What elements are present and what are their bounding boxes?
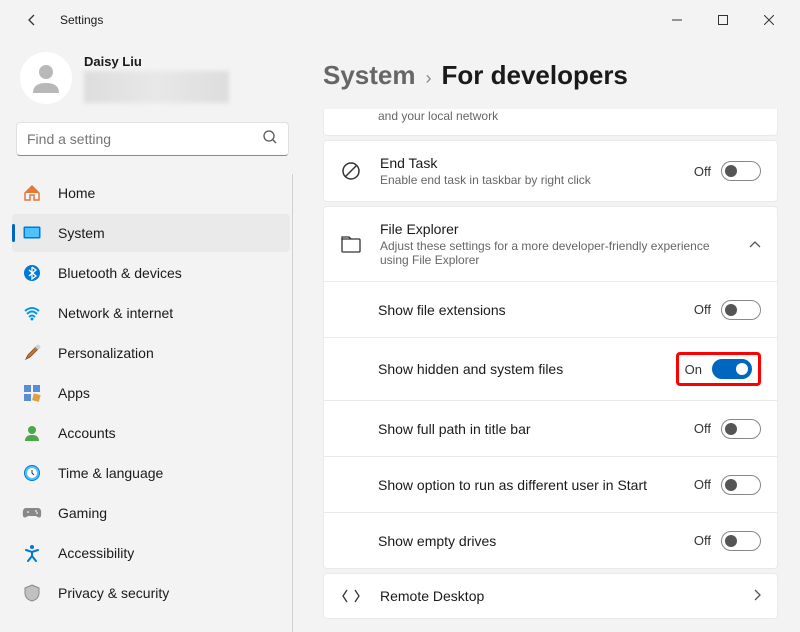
- highlight-box: On: [676, 352, 761, 386]
- file-explorer-header[interactable]: File Explorer Adjust these settings for …: [323, 206, 778, 282]
- clock-icon: [22, 463, 42, 483]
- search-input[interactable]: [27, 131, 262, 147]
- setting-title: Show option to run as different user in …: [378, 477, 694, 493]
- nav-label: Gaming: [58, 505, 107, 521]
- nav-label: Accounts: [58, 425, 116, 441]
- system-icon: [22, 223, 42, 243]
- setting-title: Show file extensions: [378, 302, 694, 318]
- shield-icon: [22, 583, 42, 603]
- window-controls: [654, 4, 792, 36]
- maximize-button[interactable]: [700, 4, 746, 36]
- show-hidden-row: Show hidden and system files On: [323, 338, 778, 401]
- remote-desktop-row[interactable]: Remote Desktop: [323, 573, 778, 619]
- show-runas-toggle[interactable]: [721, 475, 761, 495]
- paintbrush-icon: [22, 343, 42, 363]
- breadcrumb: System › For developers: [323, 40, 778, 109]
- chevron-up-icon: [749, 236, 761, 252]
- breadcrumb-parent[interactable]: System: [323, 60, 416, 91]
- nav-label: Privacy & security: [58, 585, 169, 601]
- bluetooth-icon: [22, 263, 42, 283]
- setting-title: Show full path in title bar: [378, 421, 694, 437]
- accounts-icon: [22, 423, 42, 443]
- nav-bluetooth[interactable]: Bluetooth & devices: [12, 254, 290, 292]
- search-box[interactable]: [16, 122, 289, 156]
- toggle-label: Off: [694, 533, 711, 548]
- show-extensions-row: Show file extensions Off: [323, 282, 778, 338]
- toggle-label: Off: [694, 421, 711, 436]
- profile-name: Daisy Liu: [84, 54, 229, 69]
- show-empty-row: Show empty drives Off: [323, 513, 778, 569]
- setting-title: Remote Desktop: [380, 588, 743, 604]
- setting-desc: Enable end task in taskbar by right clic…: [380, 173, 694, 187]
- folder-icon: [340, 235, 362, 253]
- nav-network[interactable]: Network & internet: [12, 294, 290, 332]
- nav-home[interactable]: Home: [12, 174, 290, 212]
- gaming-icon: [22, 503, 42, 523]
- end-task-toggle[interactable]: [721, 161, 761, 181]
- show-empty-toggle[interactable]: [721, 531, 761, 551]
- nav-list: Home System Bluetooth & devices Network …: [12, 174, 293, 632]
- home-icon: [22, 183, 42, 203]
- nav-time[interactable]: Time & language: [12, 454, 290, 492]
- avatar: [20, 52, 72, 104]
- nav-label: Personalization: [58, 345, 154, 361]
- nav-label: Time & language: [58, 465, 163, 481]
- toggle-label: Off: [694, 302, 711, 317]
- titlebar: Settings: [0, 0, 800, 40]
- end-task-row: End Task Enable end task in taskbar by r…: [323, 140, 778, 202]
- wifi-icon: [22, 303, 42, 323]
- main-content: System › For developers and your local n…: [305, 40, 800, 632]
- search-icon: [262, 129, 278, 150]
- nav-label: Bluetooth & devices: [58, 265, 182, 281]
- setting-title: Show empty drives: [378, 533, 694, 549]
- nav-label: Network & internet: [58, 305, 173, 321]
- profile-section[interactable]: Daisy Liu: [12, 40, 293, 122]
- chevron-right-icon: [753, 588, 761, 604]
- back-button[interactable]: [16, 4, 48, 36]
- sidebar: Daisy Liu Home System Bluetooth & device…: [0, 40, 305, 632]
- show-fullpath-toggle[interactable]: [721, 419, 761, 439]
- profile-email: [84, 71, 229, 103]
- minimize-button[interactable]: [654, 4, 700, 36]
- nav-label: Accessibility: [58, 545, 134, 561]
- setting-title: Show hidden and system files: [378, 361, 676, 377]
- setting-title: File Explorer: [380, 221, 739, 237]
- toggle-label: Off: [694, 164, 711, 179]
- show-extensions-toggle[interactable]: [721, 300, 761, 320]
- truncated-desc: and your local network: [324, 109, 777, 135]
- toggle-label: Off: [694, 477, 711, 492]
- toggle-label: On: [685, 362, 702, 377]
- nav-label: Apps: [58, 385, 90, 401]
- user-icon: [27, 59, 65, 97]
- arrow-left-icon: [24, 12, 40, 28]
- setting-desc: Adjust these settings for a more develop…: [380, 239, 739, 267]
- nav-gaming[interactable]: Gaming: [12, 494, 290, 532]
- nav-privacy[interactable]: Privacy & security: [12, 574, 290, 612]
- nav-label: System: [58, 225, 105, 241]
- chevron-right-icon: ›: [426, 68, 432, 89]
- show-hidden-toggle[interactable]: [712, 359, 752, 379]
- nav-apps[interactable]: Apps: [12, 374, 290, 412]
- breadcrumb-current: For developers: [442, 60, 628, 91]
- app-title: Settings: [60, 13, 103, 27]
- prohibit-icon: [340, 161, 362, 181]
- nav-accounts[interactable]: Accounts: [12, 414, 290, 452]
- accessibility-icon: [22, 543, 42, 563]
- show-runas-row: Show option to run as different user in …: [323, 457, 778, 513]
- nav-label: Home: [58, 185, 95, 201]
- remote-icon: [340, 588, 362, 604]
- apps-icon: [22, 383, 42, 403]
- nav-accessibility[interactable]: Accessibility: [12, 534, 290, 572]
- setting-title: End Task: [380, 155, 694, 171]
- show-fullpath-row: Show full path in title bar Off: [323, 401, 778, 457]
- nav-system[interactable]: System: [12, 214, 290, 252]
- nav-personalization[interactable]: Personalization: [12, 334, 290, 372]
- close-button[interactable]: [746, 4, 792, 36]
